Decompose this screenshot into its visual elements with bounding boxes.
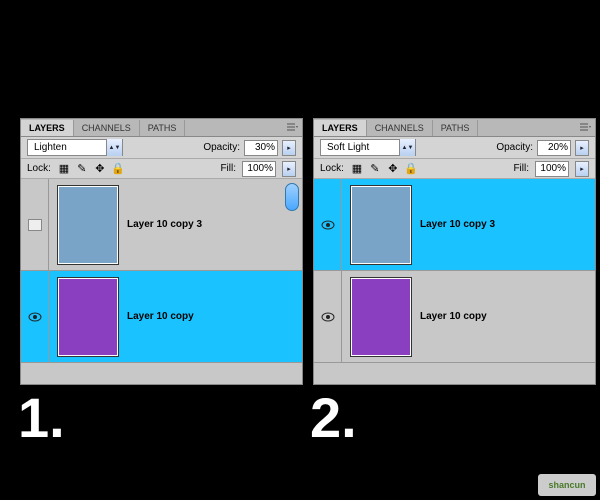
lock-position-icon[interactable]: ✥ (386, 162, 400, 176)
lock-pixels-icon[interactable]: ✎ (368, 162, 382, 176)
blend-mode-select[interactable]: Soft Light ▲▼ (320, 139, 416, 156)
blend-opacity-row: Soft Light ▲▼ Opacity: 20% ▸ (314, 137, 595, 159)
tab-channels[interactable]: CHANNELS (367, 120, 433, 136)
opacity-input[interactable]: 20% (537, 140, 571, 156)
layer-row[interactable]: Layer 10 copy 3 (21, 179, 302, 271)
figure-number-2: 2. (310, 385, 357, 450)
layers-list: Layer 10 copy 3 Layer 10 copy (21, 179, 302, 384)
blend-mode-value: Soft Light (321, 142, 399, 153)
layer-row[interactable]: Layer 10 copy (314, 271, 595, 363)
visibility-toggle[interactable] (314, 179, 342, 270)
blend-mode-value: Lighten (28, 142, 106, 153)
layer-thumbnail[interactable] (57, 277, 119, 357)
opacity-flyout-icon[interactable]: ▸ (282, 140, 296, 156)
tab-layers[interactable]: LAYERS (314, 120, 367, 136)
tab-channels[interactable]: CHANNELS (74, 120, 140, 136)
select-arrows-icon: ▲▼ (106, 139, 122, 156)
tab-layers[interactable]: LAYERS (21, 120, 74, 136)
visibility-toggle[interactable] (21, 179, 49, 270)
select-arrows-icon: ▲▼ (399, 139, 415, 156)
tab-paths[interactable]: PATHS (140, 120, 186, 136)
opacity-input[interactable]: 30% (244, 140, 278, 156)
lock-label: Lock: (27, 163, 51, 174)
layer-name[interactable]: Layer 10 copy 3 (127, 219, 202, 230)
fill-input[interactable]: 100% (535, 161, 569, 177)
blend-mode-select[interactable]: Lighten ▲▼ (27, 139, 123, 156)
lock-icons-group: ▦ ✎ ✥ 🔒 (350, 162, 418, 176)
watermark: shancun (538, 474, 596, 496)
panel-menu-icon[interactable] (286, 122, 298, 132)
opacity-label: Opacity: (496, 142, 533, 153)
layers-panel-2: LAYERS CHANNELS PATHS Soft Light ▲▼ Opac… (313, 118, 596, 385)
figure-number-1: 1. (18, 385, 65, 450)
layers-panel-1: LAYERS CHANNELS PATHS Lighten ▲▼ Opacity… (20, 118, 303, 385)
fill-label: Fill: (513, 163, 529, 174)
layer-row[interactable]: Layer 10 copy (21, 271, 302, 363)
tab-paths[interactable]: PATHS (433, 120, 479, 136)
panel-tabs: LAYERS CHANNELS PATHS (314, 119, 595, 137)
layer-thumbnail[interactable] (57, 185, 119, 265)
layer-row[interactable]: Layer 10 copy 3 (314, 179, 595, 271)
lock-transparency-icon[interactable]: ▦ (350, 162, 364, 176)
lock-position-icon[interactable]: ✥ (93, 162, 107, 176)
lock-fill-row: Lock: ▦ ✎ ✥ 🔒 Fill: 100% ▸ (21, 159, 302, 179)
lock-pixels-icon[interactable]: ✎ (75, 162, 89, 176)
fill-input[interactable]: 100% (242, 161, 276, 177)
layers-list: Layer 10 copy 3 Layer 10 copy (314, 179, 595, 384)
blend-opacity-row: Lighten ▲▼ Opacity: 30% ▸ (21, 137, 302, 159)
layer-name[interactable]: Layer 10 copy 3 (420, 219, 495, 230)
panel-menu-icon[interactable] (579, 122, 591, 132)
visibility-toggle[interactable] (21, 271, 49, 362)
visibility-empty-icon (28, 219, 42, 231)
lock-icons-group: ▦ ✎ ✥ 🔒 (57, 162, 125, 176)
opacity-flyout-icon[interactable]: ▸ (575, 140, 589, 156)
eye-icon (321, 220, 335, 230)
visibility-toggle[interactable] (314, 271, 342, 362)
fill-flyout-icon[interactable]: ▸ (282, 161, 296, 177)
lock-all-icon[interactable]: 🔒 (111, 162, 125, 176)
fill-flyout-icon[interactable]: ▸ (575, 161, 589, 177)
layer-thumbnail[interactable] (350, 185, 412, 265)
eye-icon (321, 312, 335, 322)
panel-tabs: LAYERS CHANNELS PATHS (21, 119, 302, 137)
lock-all-icon[interactable]: 🔒 (404, 162, 418, 176)
layer-name[interactable]: Layer 10 copy (127, 311, 194, 322)
fill-label: Fill: (220, 163, 236, 174)
lock-fill-row: Lock: ▦ ✎ ✥ 🔒 Fill: 100% ▸ (314, 159, 595, 179)
lock-transparency-icon[interactable]: ▦ (57, 162, 71, 176)
eye-icon (28, 312, 42, 322)
layer-name[interactable]: Layer 10 copy (420, 311, 487, 322)
layer-thumbnail[interactable] (350, 277, 412, 357)
lock-label: Lock: (320, 163, 344, 174)
opacity-label: Opacity: (203, 142, 240, 153)
